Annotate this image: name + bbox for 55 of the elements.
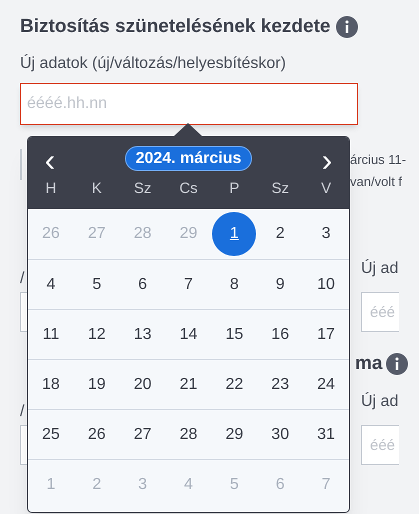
info-icon[interactable]	[336, 16, 358, 38]
calendar-day[interactable]: 8	[212, 262, 256, 306]
calendar-day[interactable]: 10	[304, 262, 348, 306]
calendar-day[interactable]: 15	[212, 312, 256, 356]
calendar-day[interactable]: 2	[258, 212, 302, 256]
calendar-day[interactable]: 25	[28, 412, 73, 456]
field-label: Új ad	[361, 392, 399, 412]
field-label: Új ad	[361, 259, 399, 279]
weekday-label: Sz	[270, 179, 290, 199]
input-field[interactable]: ééé	[361, 425, 399, 465]
calendar-day[interactable]: 16	[258, 312, 302, 356]
calendar-day[interactable]: 23	[258, 362, 302, 406]
field-label: Új adatok (új/változás/helyesbítéskor)	[20, 54, 287, 74]
date-input[interactable]: éééé.hh.nn	[20, 83, 358, 125]
calendar-day[interactable]: 26	[74, 412, 119, 456]
section-title: Biztosítás szünetelésének kezdete	[20, 14, 330, 39]
weekday-label: Cs	[178, 179, 199, 199]
previous-month-button[interactable]: ‹	[38, 144, 62, 174]
weekday-label: H	[44, 179, 58, 199]
section-title: ma	[355, 352, 382, 376]
input-field[interactable]: ééé	[361, 292, 399, 332]
calendar-day[interactable]: 1	[212, 212, 256, 256]
calendar-day[interactable]: 3	[304, 212, 348, 256]
calendar-day[interactable]: 29	[212, 412, 256, 456]
month-picker-button[interactable]: 2024. március	[124, 146, 252, 171]
next-month-button[interactable]: ›	[314, 144, 339, 174]
calendar-day[interactable]: 30	[258, 412, 302, 456]
note-text: van/volt f	[350, 173, 404, 191]
calendar-day[interactable]: 6	[120, 262, 165, 306]
calendar-day[interactable]: 18	[28, 362, 73, 406]
calendar-day[interactable]: 5	[74, 262, 119, 306]
weekday-label: K	[90, 179, 103, 199]
calendar-day[interactable]: 27	[120, 412, 165, 456]
calendar-day[interactable]: 9	[258, 262, 302, 306]
calendar-day[interactable]: 7	[166, 262, 210, 306]
weekday-label: V	[320, 179, 332, 199]
calendar-day[interactable]: 21	[166, 362, 210, 406]
calendar-day[interactable]: 4	[28, 262, 73, 306]
calendar-day[interactable]: 11	[28, 312, 73, 356]
field-label: /	[20, 269, 24, 289]
weekday-label: Sz	[132, 179, 152, 199]
calendar-day[interactable]: 12	[74, 312, 119, 356]
calendar-day[interactable]: 31	[304, 412, 348, 456]
calendar-day[interactable]: 20	[120, 362, 165, 406]
calendar-day[interactable]: 28	[166, 412, 210, 456]
calendar-day[interactable]: 19	[74, 362, 119, 406]
info-icon[interactable]	[386, 353, 408, 375]
calendar-day[interactable]: 17	[304, 312, 348, 356]
calendar-day[interactable]: 22	[212, 362, 256, 406]
field-label: /	[20, 402, 24, 422]
calendar-day[interactable]: 14	[166, 312, 210, 356]
calendar-day[interactable]: 13	[120, 312, 165, 356]
note-text: árcius 11-	[350, 151, 406, 169]
weekday-label: P	[228, 179, 240, 199]
calendar-day[interactable]: 24	[304, 362, 348, 406]
